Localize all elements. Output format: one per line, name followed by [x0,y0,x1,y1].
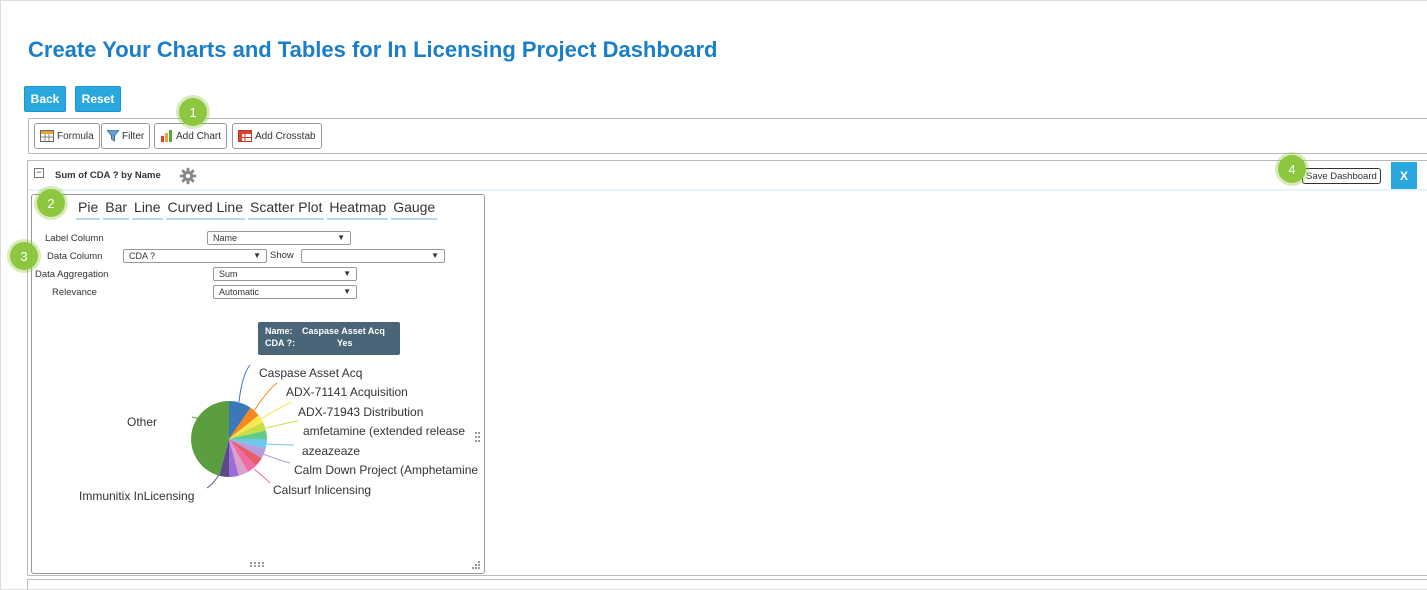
chart-type-tabs: Pie Bar Line Curved Line Scatter Plot He… [76,199,438,220]
close-panel-button[interactable]: X [1391,162,1417,189]
tooltip-name-value: Caspase Asset Acq [302,326,385,336]
tab-heatmap[interactable]: Heatmap [327,199,389,220]
chevron-down-icon: ▼ [343,287,351,296]
chevron-down-icon: ▼ [343,269,351,278]
tab-pie[interactable]: Pie [76,199,101,220]
step-badge-4: 4 [1278,155,1306,183]
tab-scatter-plot[interactable]: Scatter Plot [248,199,325,220]
step-badge-3: 3 [10,242,38,270]
chevron-down-icon: ▼ [337,233,345,242]
save-dashboard-button[interactable]: Save Dashboard [1302,168,1381,184]
bar-chart-icon [160,130,173,142]
pie-label-caspase: Caspase Asset Acq [259,366,363,380]
panel-title: Sum of CDA ? by Name [55,170,161,181]
reset-button[interactable]: Reset [75,86,121,112]
chart-panel: − Sum of CDA ? by Name Save Dashboard X … [27,160,1427,576]
filter-label: Filter [122,130,145,142]
pie-label-calsurf: Calsurf Inlicensing [273,483,372,497]
relevance-value: Automatic [219,287,260,297]
gear-icon[interactable] [179,167,197,190]
formula-button[interactable]: Formula [34,123,100,149]
chart-editor: Pie Bar Line Curved Line Scatter Plot He… [31,194,485,574]
label-column-label: Label Column [45,233,104,244]
step-badge-1: 1 [179,98,207,126]
add-chart-button[interactable]: Add Chart [154,123,228,149]
panel-header: − Sum of CDA ? by Name Save Dashboard X [28,161,1427,191]
tab-gauge[interactable]: Gauge [391,199,438,220]
pie-label-calm: Calm Down Project (Amphetamine [294,463,479,477]
tab-curved-line[interactable]: Curved Line [165,199,245,220]
chevron-down-icon: ▼ [253,251,261,260]
show-label: Show [270,250,294,261]
crosstab-icon [238,130,252,142]
page-title: Create Your Charts and Tables for In Lic… [28,37,718,62]
corner-resize-icon[interactable] [472,561,480,569]
data-column-value: CDA ? [129,251,156,261]
relevance-label: Relevance [52,287,97,298]
data-aggregation-select[interactable]: Sum ▼ [213,267,357,281]
add-crosstab-label: Add Crosstab [255,130,316,142]
tab-line[interactable]: Line [132,199,163,220]
add-chart-label: Add Chart [176,130,222,142]
pie-label-immunitix: Immunitix InLicensing [79,489,195,503]
pie-label-adx943: ADX-71943 Distribution [298,405,424,419]
filter-icon [107,130,119,142]
pie-label-azeaze: azeazeaze [302,444,361,458]
tooltip-name-key: Name: [265,326,293,336]
formula-icon [40,130,54,142]
show-select[interactable]: ▼ [301,249,445,263]
collapse-toggle[interactable]: − [34,168,44,178]
add-crosstab-button[interactable]: Add Crosstab [232,123,322,149]
app-window: Create Your Charts and Tables for In Lic… [0,0,1427,590]
tab-bar[interactable]: Bar [103,199,130,220]
next-panel-header [27,579,1427,590]
data-aggregation-value: Sum [219,269,238,279]
data-column-label: Data Column [47,251,103,262]
pie-label-adx141: ADX-71141 Acquisition [286,385,408,399]
formula-label: Formula [57,130,94,142]
pie-chart [191,364,480,489]
resize-grip-icon[interactable] [475,432,480,442]
toolbar: Formula Filter Add Chart Add Crosstab [28,118,1427,154]
back-button[interactable]: Back [24,86,66,112]
data-column-select[interactable]: CDA ? ▼ [123,249,267,263]
data-aggregation-label: Data Aggregation [35,269,109,280]
pie-label-amfetamine: amfetamine (extended release [303,424,466,438]
relevance-select[interactable]: Automatic ▼ [213,285,357,299]
label-column-value: Name [213,233,238,243]
step-badge-2: 2 [37,189,65,217]
drag-handle-icon[interactable] [250,562,264,568]
filter-button[interactable]: Filter [101,123,151,149]
chevron-down-icon: ▼ [431,251,439,260]
label-column-select[interactable]: Name ▼ [207,231,351,245]
pie-label-other: Other [127,415,158,429]
